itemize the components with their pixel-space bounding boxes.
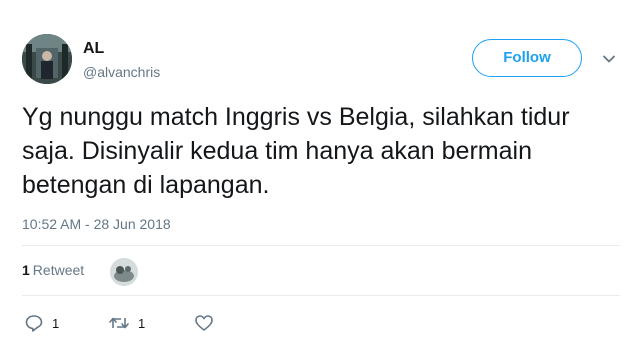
retweet-stats[interactable]: 1 Retweet — [22, 262, 84, 278]
tweet-card: AL @alvanchris Follow Yg nunggu match In… — [0, 0, 640, 360]
retweet-icon — [109, 317, 129, 329]
reply-button[interactable]: 1 — [24, 313, 59, 333]
tweet-text: Yg nunggu match Inggris vs Belgia, silah… — [22, 103, 570, 199]
heart-icon — [195, 315, 213, 331]
retweet-button[interactable]: 1 — [108, 313, 145, 333]
chevron-down-icon[interactable] — [601, 51, 617, 67]
user-handle[interactable]: @alvanchris — [83, 64, 160, 80]
user-avatar[interactable] — [22, 34, 72, 84]
divider — [22, 295, 620, 296]
tweet-timestamp[interactable]: 10:52 AM - 28 Jun 2018 — [22, 216, 171, 232]
retweet-stat-count: 1 — [22, 262, 30, 278]
like-button[interactable] — [194, 313, 222, 333]
retweeter-avatar[interactable] — [110, 258, 138, 286]
reply-count: 1 — [52, 315, 60, 331]
divider — [22, 245, 620, 246]
reply-icon — [25, 315, 43, 332]
retweet-count: 1 — [138, 315, 146, 331]
follow-button[interactable]: Follow — [472, 39, 582, 77]
retweet-stat-label: Retweet — [32, 262, 85, 278]
user-display-name[interactable]: AL — [83, 40, 104, 58]
